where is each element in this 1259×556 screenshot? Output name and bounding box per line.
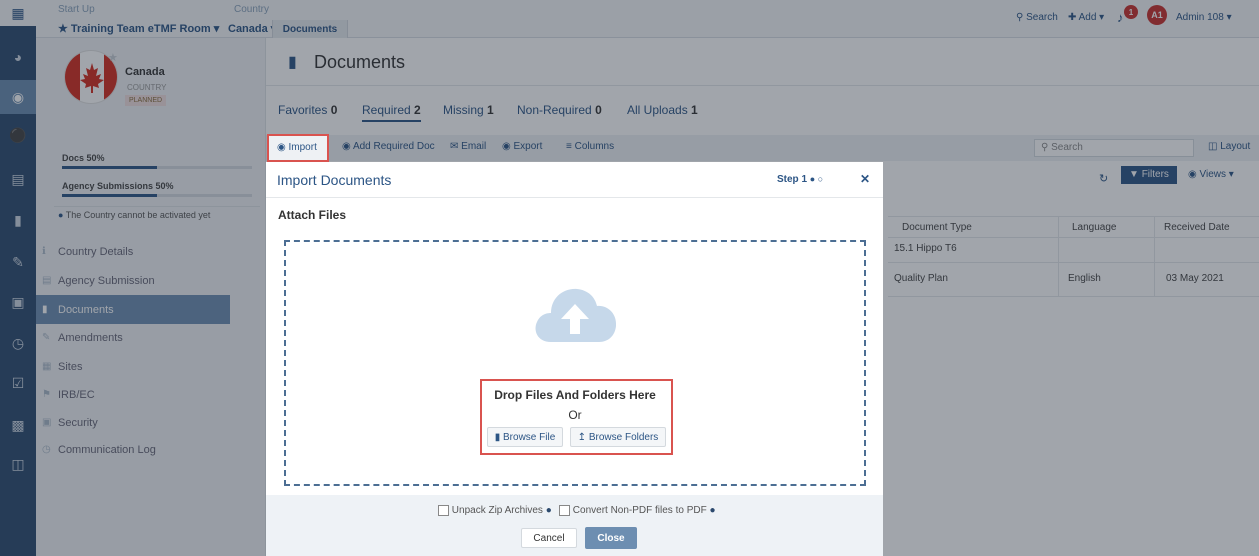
info-icon[interactable]: ● [710, 505, 716, 516]
close-button[interactable]: Close [585, 527, 637, 549]
unpack-label: Unpack Zip Archives [451, 505, 543, 517]
dialog-title: Import Documents [277, 172, 392, 188]
close-icon[interactable]: ✕ [860, 172, 870, 186]
dialog-footer: Unpack Zip Archives ● Convert Non-PDF fi… [266, 495, 883, 556]
convert-option[interactable]: Convert Non-PDF files to PDF ● [559, 505, 716, 516]
cloud-upload-icon [535, 288, 617, 342]
import-documents-dialog: Import Documents Step 1 ● ○ ✕ Attach Fil… [266, 162, 883, 556]
step-indicator: Step 1 ● ○ [777, 174, 824, 185]
convert-label: Convert Non-PDF files to PDF [572, 505, 707, 517]
step-label: Step 1 [777, 174, 808, 185]
unpack-option[interactable]: Unpack Zip Archives ● [438, 505, 552, 516]
cancel-button[interactable]: Cancel [521, 528, 577, 548]
import-highlight-box [267, 134, 329, 162]
unpack-checkbox[interactable] [438, 505, 449, 516]
convert-checkbox[interactable] [559, 505, 570, 516]
info-icon[interactable]: ● [546, 505, 552, 516]
dialog-header: Import Documents Step 1 ● ○ ✕ [266, 162, 883, 198]
drop-highlight-box [480, 379, 673, 455]
attach-files-heading: Attach Files [278, 208, 347, 222]
